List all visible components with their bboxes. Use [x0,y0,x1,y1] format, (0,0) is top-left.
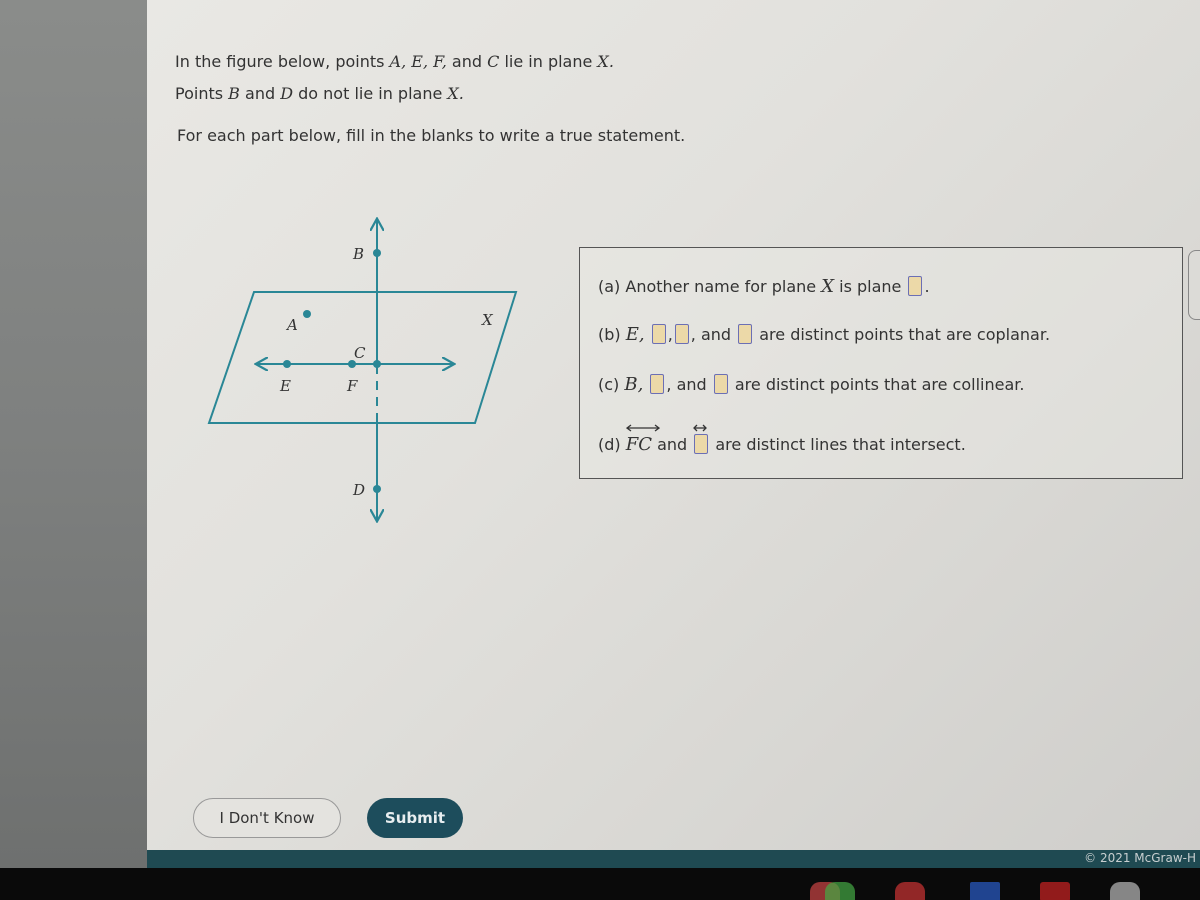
copyright-text: © 2021 McGraw-H [1084,851,1196,865]
answer-c1-input[interactable] [650,374,665,394]
double-arrow-icon [625,424,660,432]
point-e [283,360,291,368]
instructions: For each part below, fill in the blanks … [177,126,686,145]
question-d: (d) FC and are distinct lines that inter… [598,424,966,455]
question-a: (a) Another name for plane X is plane . [598,276,930,297]
play-store-icon[interactable] [1110,882,1140,900]
answer-d-input[interactable] [694,434,709,454]
line-fc-notation: FC [625,424,660,455]
question-c: (c) B, , and are distinct points that ar… [598,374,1025,395]
question-page: In the figure below, points A, E, F, and… [147,0,1200,850]
intro-line-2: Points B and D do not lie in plane X. [175,84,464,103]
docs-icon[interactable] [970,882,1000,900]
label-d: D [352,481,365,499]
plane-figure: B A X C E F D [207,215,518,525]
label-e: E [279,377,291,395]
question-b: (b) E, ,, and are distinct points that a… [598,324,1051,345]
youtube-icon[interactable] [1040,882,1070,900]
side-panel-tab[interactable] [1188,250,1200,320]
point-b [373,249,381,257]
point-a [303,310,311,318]
label-b: B [352,245,364,263]
label-c: C [354,344,366,362]
answer-b1-input[interactable] [651,324,666,344]
label-f: F [346,377,358,395]
left-panel [0,0,147,868]
problem-intro: In the figure below, points A, E, F, and… [175,46,614,110]
gmail-icon[interactable] [895,882,925,900]
intro-line-1: In the figure below, points A, E, F, and… [175,52,614,71]
answer-b3-input[interactable] [738,324,753,344]
i-dont-know-button[interactable]: I Don't Know [193,798,341,838]
submit-button[interactable]: Submit [367,798,463,838]
answer-c2-input[interactable] [713,374,728,394]
answer-b2-input[interactable] [674,324,689,344]
double-arrow-icon [693,424,708,432]
classroom-icon[interactable] [825,882,855,900]
label-a: A [285,316,298,334]
taskbar [0,868,1200,900]
answer-d-wrap [692,424,710,454]
point-c [373,360,381,368]
footer-bar: © 2021 McGraw-H [147,850,1200,868]
questions-box: (a) Another name for plane X is plane . … [579,247,1183,479]
point-d [373,485,381,493]
answer-a-input[interactable] [908,276,923,296]
label-x: X [481,311,494,329]
